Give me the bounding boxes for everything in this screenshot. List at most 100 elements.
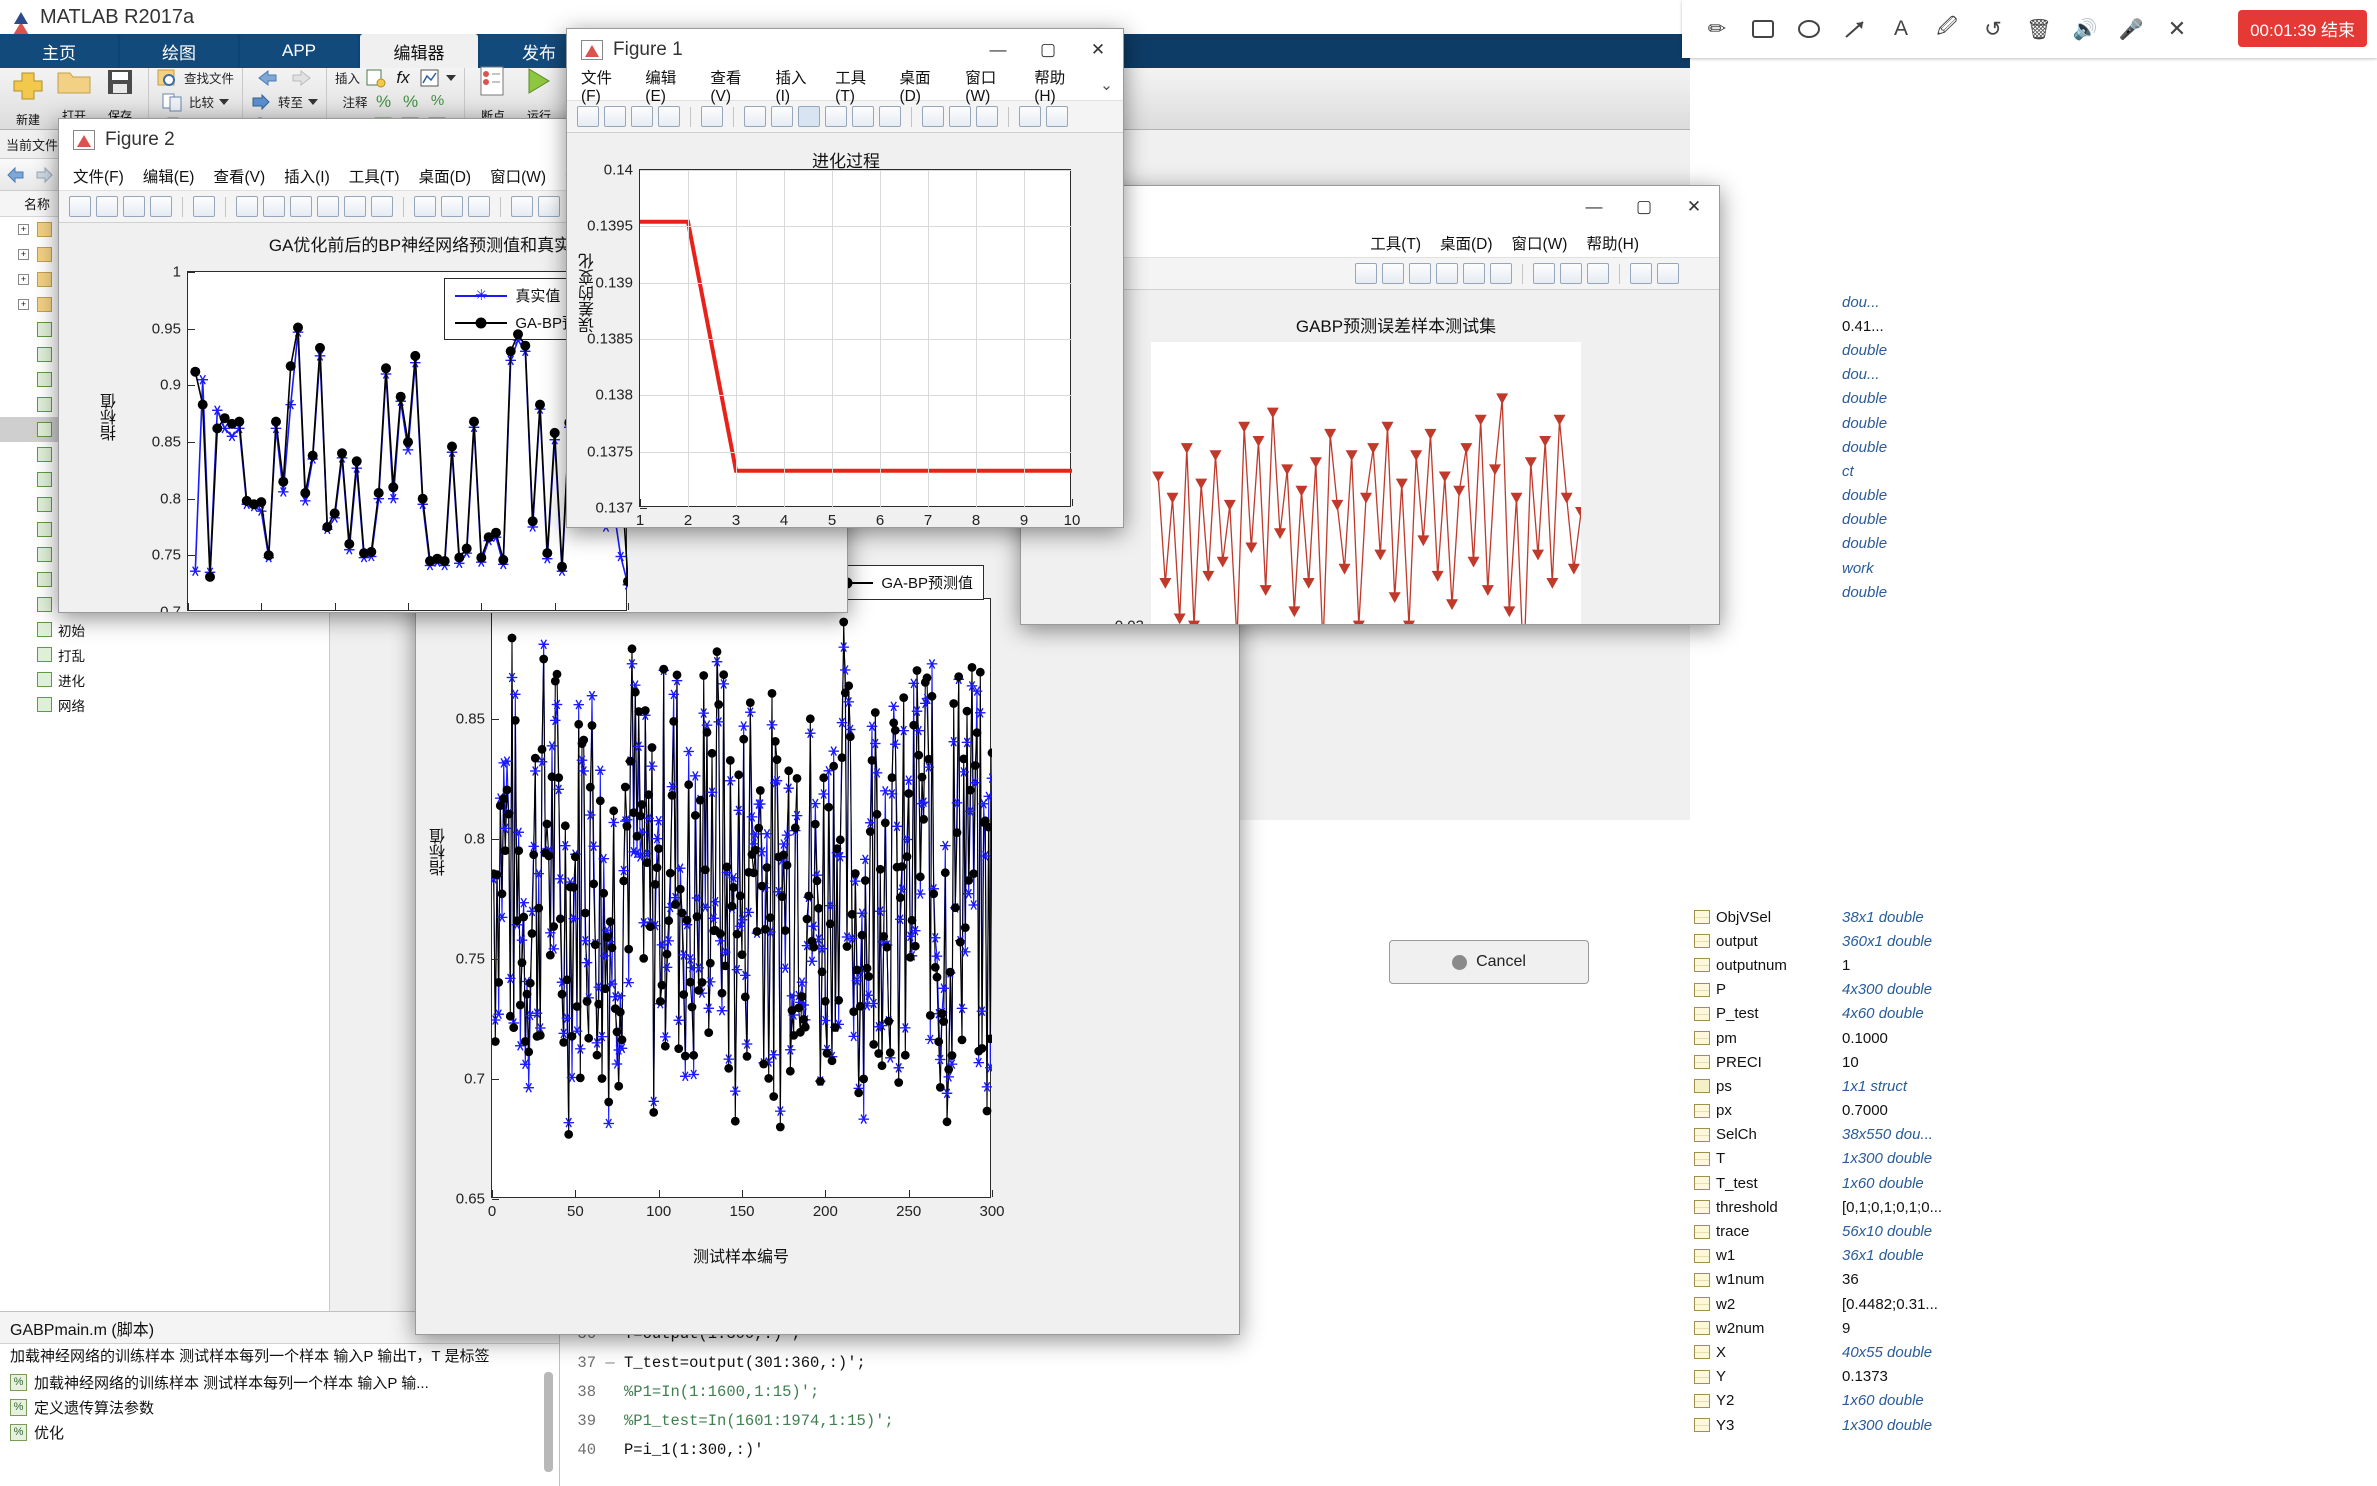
workspace-variable-row[interactable]: double bbox=[1690, 435, 2377, 459]
menu-file[interactable]: 文件(F) bbox=[73, 165, 124, 187]
plot-browser-icon[interactable] bbox=[976, 106, 998, 127]
close-button[interactable]: ✕ bbox=[1669, 186, 1719, 228]
zoom-out-icon[interactable] bbox=[771, 106, 793, 127]
workspace-variable-row[interactable]: 0.41... bbox=[1690, 314, 2377, 338]
workspace-variable-row[interactable]: w1num 36 bbox=[1690, 1268, 2377, 1292]
brush-icon[interactable] bbox=[879, 106, 901, 127]
insert-colorbar-icon[interactable] bbox=[949, 106, 971, 127]
expand-icon[interactable]: + bbox=[18, 299, 29, 310]
workspace-variable-row[interactable]: double bbox=[1690, 532, 2377, 556]
save-figure-icon[interactable] bbox=[123, 196, 145, 217]
file-list-item[interactable]: 打乱 bbox=[0, 642, 329, 667]
new-figure-icon[interactable] bbox=[577, 106, 599, 127]
menu-desktop[interactable]: 桌面(D) bbox=[419, 165, 472, 187]
workspace-variable-row[interactable]: threshold [0,1;0,1;0,1;0... bbox=[1690, 1195, 2377, 1219]
workspace-variable-row[interactable]: T 1x300 double bbox=[1690, 1147, 2377, 1171]
menu-window[interactable]: 窗口(W) bbox=[490, 165, 546, 187]
workspace-variable-row[interactable]: P 4x300 double bbox=[1690, 978, 2377, 1002]
pointer-icon[interactable] bbox=[193, 196, 215, 217]
editor-code-line[interactable]: 39 %P1_test=In(1601:1974,1:15)'; bbox=[560, 1406, 1690, 1435]
find-file-button[interactable]: 查找文件 bbox=[157, 68, 234, 88]
details-section-item[interactable]: % 定义遗传算法参数 bbox=[0, 1395, 559, 1420]
rotate-icon[interactable] bbox=[317, 196, 339, 217]
workspace-variable-row[interactable]: X 40x55 double bbox=[1690, 1340, 2377, 1364]
pan-icon[interactable] bbox=[1409, 263, 1431, 284]
back-icon[interactable] bbox=[6, 166, 26, 184]
ribbon-tab-editor[interactable]: 编辑器 bbox=[360, 34, 478, 68]
file-list-item[interactable]: 进化 bbox=[0, 667, 329, 692]
print-figure-icon[interactable] bbox=[658, 106, 680, 127]
rectangle-icon[interactable] bbox=[1748, 14, 1778, 44]
workspace-variable-row[interactable]: work bbox=[1690, 556, 2377, 580]
goto-button[interactable]: 转至 bbox=[251, 92, 319, 112]
function-icon[interactable]: fx bbox=[392, 68, 414, 88]
show-plot-tools-icon[interactable] bbox=[538, 196, 560, 217]
menu-desktop[interactable]: 桌面(D) bbox=[899, 66, 946, 106]
expand-icon[interactable]: + bbox=[18, 249, 29, 260]
details-scrollbar[interactable] bbox=[544, 1372, 553, 1472]
workspace-variable-row[interactable]: Y2 1x60 double bbox=[1690, 1389, 2377, 1413]
menu-window[interactable]: 窗口(W) bbox=[965, 66, 1015, 106]
forward-icon[interactable] bbox=[34, 166, 54, 184]
insert-colorbar-icon[interactable] bbox=[1560, 263, 1582, 284]
workspace-variable-row[interactable]: ps 1x1 struct bbox=[1690, 1074, 2377, 1098]
menu-file[interactable]: 文件(F) bbox=[581, 66, 626, 106]
maximize-button[interactable]: ▢ bbox=[1619, 186, 1669, 228]
microphone-icon[interactable]: 🎤 bbox=[2116, 14, 2146, 44]
editor-code-line[interactable]: 37 — T_test=output(301:360,:)'; bbox=[560, 1348, 1690, 1377]
back-arrow-icon[interactable] bbox=[256, 68, 282, 88]
uncomment-icon[interactable]: % bbox=[400, 92, 422, 112]
plot-browser-icon[interactable] bbox=[468, 196, 490, 217]
highlighter-icon[interactable]: 🖉 bbox=[1932, 14, 1962, 44]
file-list-item[interactable]: 初始 bbox=[0, 617, 329, 642]
insert-button[interactable]: 插入 fx bbox=[335, 68, 457, 88]
brush-icon[interactable] bbox=[371, 196, 393, 217]
pan-icon[interactable] bbox=[798, 106, 820, 127]
menu-desktop[interactable]: 桌面(D) bbox=[1440, 232, 1493, 254]
workspace-variable-row[interactable]: double bbox=[1690, 508, 2377, 532]
text-icon[interactable]: A bbox=[1886, 14, 1916, 44]
editor-code-line[interactable]: 40 P=i_1(1:300,:)' bbox=[560, 1435, 1690, 1464]
hide-plot-tools-icon[interactable] bbox=[1019, 106, 1041, 127]
new-figure-icon[interactable] bbox=[69, 196, 91, 217]
open-figure-icon[interactable] bbox=[96, 196, 118, 217]
workspace-variable-row[interactable]: double bbox=[1690, 411, 2377, 435]
insert-legend-icon[interactable] bbox=[922, 106, 944, 127]
menu-insert[interactable]: 插入(I) bbox=[775, 66, 816, 106]
menu-tools[interactable]: 工具(T) bbox=[835, 66, 880, 106]
insert-legend-icon[interactable] bbox=[1533, 263, 1555, 284]
workspace-variable-row[interactable]: output 360x1 double bbox=[1690, 929, 2377, 953]
open-figure-icon[interactable] bbox=[604, 106, 626, 127]
ribbon-tab-apps[interactable]: APP bbox=[240, 34, 358, 68]
menu-window[interactable]: 窗口(W) bbox=[1512, 232, 1568, 254]
workspace-variable-row[interactable]: SelCh 38x550 dou... bbox=[1690, 1123, 2377, 1147]
back-forward-group[interactable] bbox=[256, 68, 313, 88]
chevron-down-icon[interactable] bbox=[446, 74, 457, 81]
menu-edit[interactable]: 编辑(E) bbox=[143, 165, 195, 187]
workspace-variable-row[interactable]: dou... bbox=[1690, 290, 2377, 314]
workspace-variable-row[interactable]: double bbox=[1690, 484, 2377, 508]
brush-icon[interactable] bbox=[1490, 263, 1512, 284]
print-figure-icon[interactable] bbox=[150, 196, 172, 217]
zoom-in-icon[interactable] bbox=[236, 196, 258, 217]
zoom-in-icon[interactable] bbox=[744, 106, 766, 127]
expand-icon[interactable]: + bbox=[18, 274, 29, 285]
ribbon-tab-home[interactable]: 主页 bbox=[0, 34, 118, 68]
menu-overflow-icon[interactable]: ⌄ bbox=[1100, 76, 1113, 95]
menu-help[interactable]: 帮助(H) bbox=[1034, 66, 1081, 106]
undo-icon[interactable]: ↺ bbox=[1978, 14, 2008, 44]
workspace-variable-row[interactable]: double bbox=[1690, 338, 2377, 362]
hide-plot-tools-icon[interactable] bbox=[1630, 263, 1652, 284]
workspace-variable-row[interactable]: w2num 9 bbox=[1690, 1316, 2377, 1340]
details-section-item[interactable]: % 加载神经网络的训练样本 测试样本每列一个样本 输入P 输... bbox=[0, 1370, 559, 1395]
workspace-variable-row[interactable]: px 0.7000 bbox=[1690, 1099, 2377, 1123]
workspace-variable-row[interactable]: dou... bbox=[1690, 363, 2377, 387]
workspace-variable-row[interactable]: double bbox=[1690, 580, 2377, 604]
workspace-variable-row[interactable]: Y3 1x300 double bbox=[1690, 1413, 2377, 1437]
workspace-variable-row[interactable]: w1 36x1 double bbox=[1690, 1244, 2377, 1268]
workspace-variable-row[interactable]: outputnum 1 bbox=[1690, 953, 2377, 977]
menu-insert[interactable]: 插入(I) bbox=[284, 165, 330, 187]
chevron-down-icon[interactable] bbox=[219, 98, 230, 105]
menu-tools[interactable]: 工具(T) bbox=[1370, 232, 1421, 254]
insert-legend-icon[interactable] bbox=[414, 196, 436, 217]
